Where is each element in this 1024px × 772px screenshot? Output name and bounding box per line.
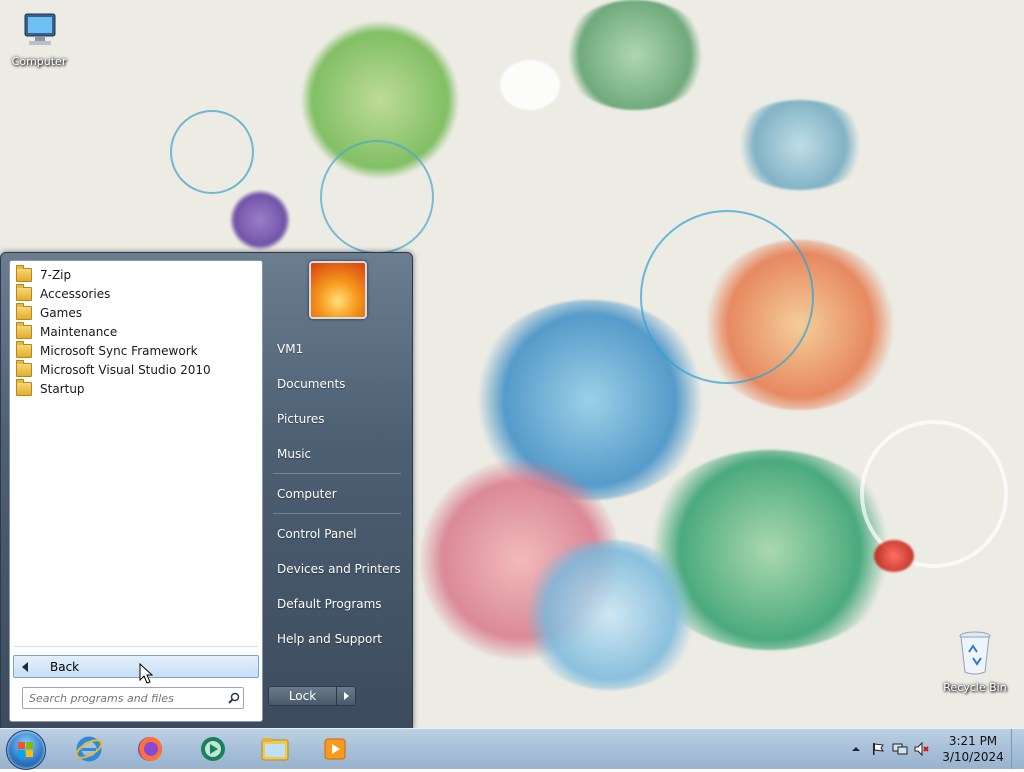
shutdown-options-button[interactable]: [337, 686, 356, 706]
recycle-bin-icon: [959, 631, 991, 675]
wallpaper-ring: [170, 110, 254, 194]
taskbar-media-center[interactable]: [196, 732, 230, 766]
start-menu-right-pane: VM1 Documents Pictures Music Computer Co…: [267, 331, 407, 656]
wallpaper-ring: [320, 140, 434, 254]
taskbar: 3:21 PM 3/10/2024: [0, 728, 1024, 770]
program-label: Microsoft Visual Studio 2010: [40, 362, 211, 377]
volume-muted-icon[interactable]: [913, 740, 931, 758]
folder-icon: [16, 283, 32, 301]
divider: [14, 646, 258, 647]
lock-button-group: Lock: [268, 686, 356, 706]
chevron-right-icon: [343, 692, 349, 700]
desktop-icon-label: Computer: [11, 55, 67, 68]
folder-icon: [16, 321, 32, 339]
program-label: Maintenance: [40, 324, 118, 339]
program-folder-accessories[interactable]: Accessories: [14, 283, 258, 303]
folder-icon: [16, 359, 32, 377]
lock-button[interactable]: Lock: [268, 686, 337, 706]
wallpaper-shape: [230, 190, 290, 250]
network-icon[interactable]: [891, 740, 909, 758]
divider: [273, 513, 401, 514]
computer-icon: [24, 13, 56, 45]
start-button[interactable]: [6, 730, 46, 770]
program-folder-startup[interactable]: Startup: [14, 378, 258, 398]
desktop-icon-label: Recycle Bin: [943, 681, 1007, 694]
ladybug: [874, 540, 914, 572]
back-label: Back: [50, 659, 80, 674]
start-item-music[interactable]: Music: [267, 436, 407, 471]
clock[interactable]: 3:21 PM 3/10/2024: [941, 733, 1005, 765]
program-folder-7zip[interactable]: 7-Zip: [14, 264, 258, 284]
internet-explorer-icon: [75, 736, 103, 762]
user-picture[interactable]: [309, 261, 367, 319]
desktop-icon-computer[interactable]: Computer: [1, 10, 77, 68]
program-label: Games: [40, 305, 82, 320]
search-input[interactable]: [23, 690, 225, 706]
system-tray: 3:21 PM 3/10/2024: [845, 729, 1024, 769]
start-item-devices-printers[interactable]: Devices and Printers: [267, 551, 407, 586]
start-item-pictures[interactable]: Pictures: [267, 401, 407, 436]
start-item-default-programs[interactable]: Default Programs: [267, 586, 407, 621]
program-folder-sync-framework[interactable]: Microsoft Sync Framework: [14, 340, 258, 360]
program-label: 7-Zip: [40, 267, 72, 282]
folder-icon: [16, 378, 32, 396]
wallpaper-ring: [640, 210, 814, 384]
mouse-cursor-icon: [139, 663, 153, 684]
program-label: Microsoft Sync Framework: [40, 343, 198, 358]
firefox-icon: [138, 737, 162, 761]
folder-icon: [16, 264, 32, 282]
start-item-computer[interactable]: Computer: [267, 476, 407, 511]
back-arrow-icon: [22, 661, 28, 672]
start-item-user[interactable]: VM1: [267, 331, 407, 366]
wallpaper-shape: [730, 100, 870, 190]
folder-icon: [16, 302, 32, 320]
wallpaper-shape: [520, 540, 700, 690]
windows-logo-icon: [18, 742, 33, 757]
media-player-icon: [324, 738, 346, 760]
taskbar-internet-explorer[interactable]: [72, 732, 106, 766]
search-icon[interactable]: [225, 689, 243, 707]
media-center-icon: [201, 737, 225, 761]
file-explorer-icon: [261, 738, 289, 761]
program-folder-games[interactable]: Games: [14, 302, 258, 322]
start-menu: 7-Zip Accessories Games Maintenance Micr…: [0, 252, 413, 730]
divider: [273, 473, 401, 474]
action-center-icon[interactable]: [869, 740, 887, 758]
folder-icon: [16, 340, 32, 358]
show-desktop-button[interactable]: [1011, 729, 1024, 769]
program-folder-maintenance[interactable]: Maintenance: [14, 321, 258, 341]
program-label: Startup: [40, 381, 85, 396]
chevron-up-icon: [852, 747, 860, 751]
wallpaper-shape: [560, 0, 710, 110]
programs-pane: 7-Zip Accessories Games Maintenance Micr…: [9, 260, 263, 722]
wallpaper-shape: [500, 60, 560, 110]
clock-date: 3/10/2024: [942, 750, 1004, 764]
start-item-documents[interactable]: Documents: [267, 366, 407, 401]
start-item-help-support[interactable]: Help and Support: [267, 621, 407, 656]
program-folder-visual-studio[interactable]: Microsoft Visual Studio 2010: [14, 359, 258, 379]
taskbar-media-player[interactable]: [318, 732, 352, 766]
program-list: 7-Zip Accessories Games Maintenance Micr…: [14, 264, 258, 398]
search-box: [22, 687, 244, 709]
program-label: Accessories: [40, 286, 111, 301]
taskbar-file-explorer[interactable]: [258, 732, 292, 766]
taskbar-firefox[interactable]: [133, 732, 167, 766]
clock-time: 3:21 PM: [948, 734, 998, 748]
back-button[interactable]: Back: [13, 655, 259, 678]
show-hidden-icons-button[interactable]: [847, 740, 865, 758]
start-item-control-panel[interactable]: Control Panel: [267, 516, 407, 551]
desktop-icon-recycle-bin[interactable]: Recycle Bin: [937, 630, 1013, 694]
